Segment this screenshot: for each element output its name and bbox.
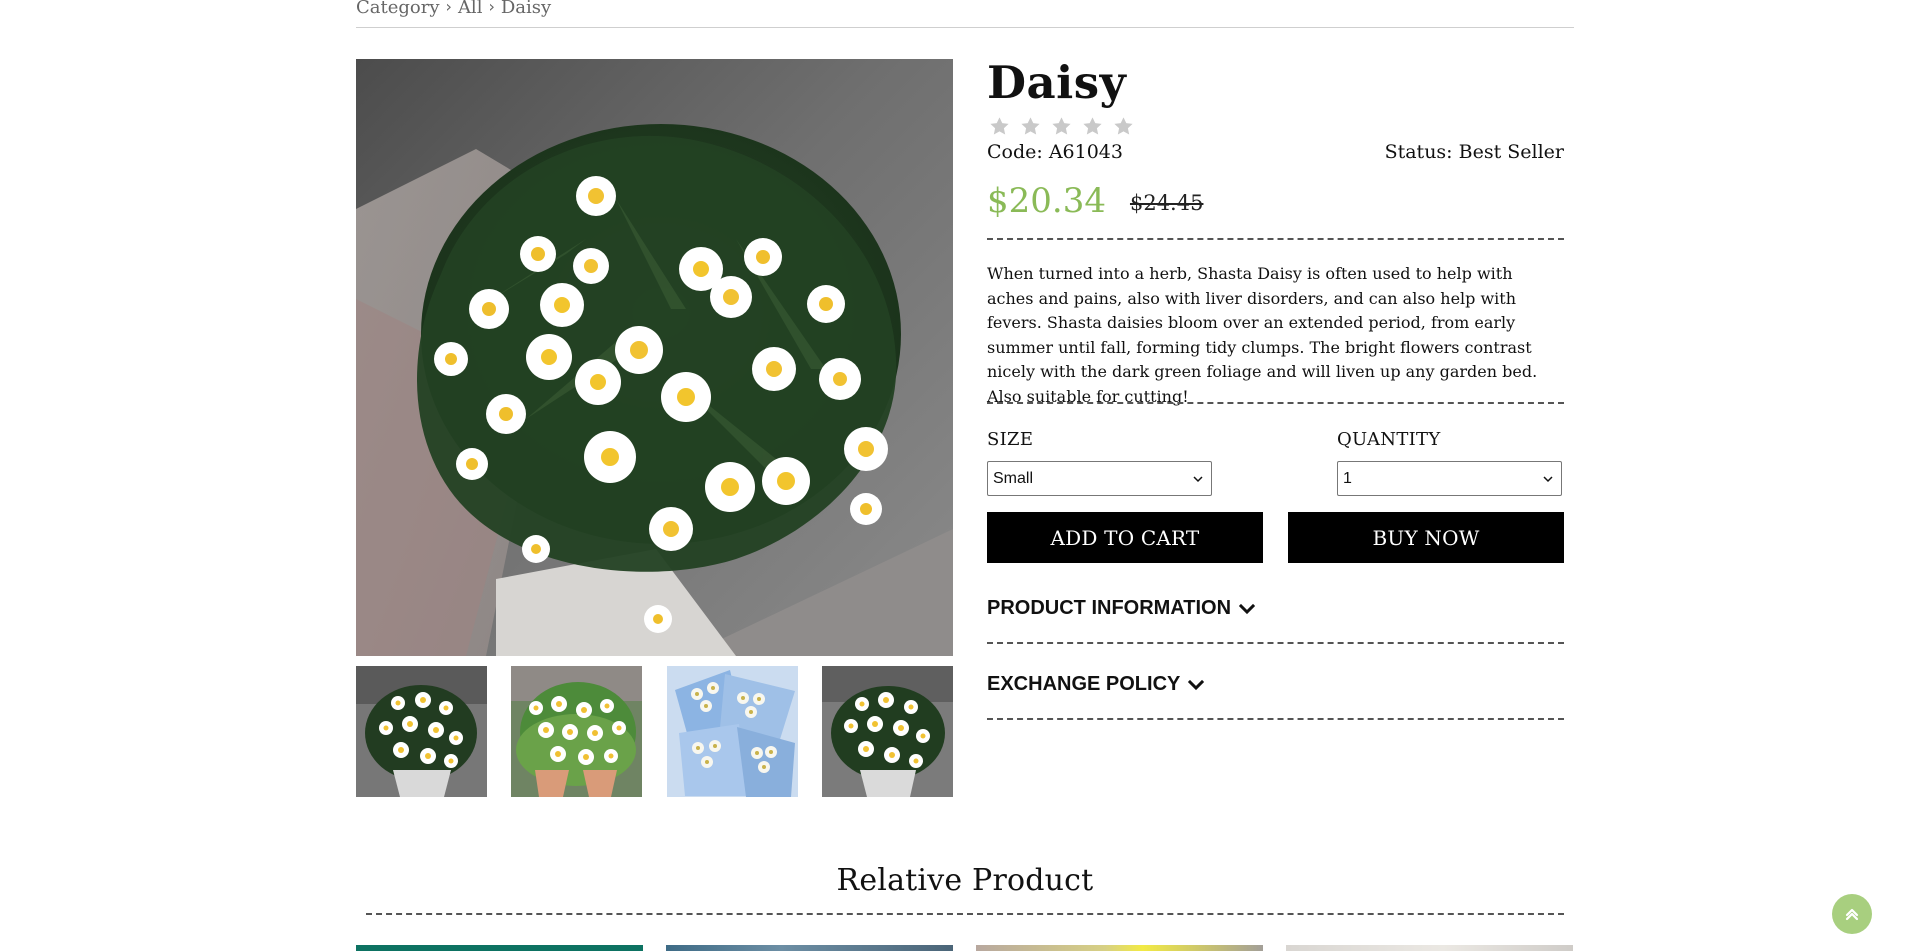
quantity-label: QUANTITY [1337, 429, 1441, 450]
product-main-image[interactable] [356, 59, 953, 656]
back-to-top-button[interactable] [1832, 894, 1872, 934]
thumbnail-gallery [356, 666, 953, 797]
product-information-toggle[interactable]: PRODUCT INFORMATION [987, 597, 1256, 620]
breadcrumb-current: Daisy [500, 0, 552, 18]
star-icon[interactable] [1050, 115, 1073, 138]
size-label: SIZE [987, 429, 1034, 450]
breadcrumb-all[interactable]: All [458, 0, 483, 18]
related-products-divider [366, 913, 1564, 915]
daisy-thumbnail-2-image [511, 666, 643, 797]
related-product-image-3[interactable] [976, 945, 1263, 951]
related-product-image-4[interactable] [1286, 945, 1573, 951]
exchange-policy-toggle[interactable]: EXCHANGE POLICY [987, 673, 1205, 696]
add-to-cart-button[interactable]: ADD TO CART [987, 512, 1263, 563]
size-select[interactable]: Small [987, 461, 1212, 496]
divider-description [987, 402, 1564, 404]
daisy-thumbnail-3-image [666, 666, 798, 797]
daisy-thumbnail-1-image [356, 666, 487, 797]
related-product-image-1[interactable] [356, 945, 643, 951]
chevron-down-icon [1239, 603, 1256, 614]
product-prices: $20.34 $24.45 [987, 177, 1564, 225]
thumbnail-2[interactable] [511, 666, 643, 797]
buy-now-button[interactable]: BUY NOW [1288, 512, 1564, 563]
star-icon[interactable] [1019, 115, 1042, 138]
quantity-select[interactable]: 1 [1337, 461, 1562, 496]
related-products-title: Relative Product [836, 863, 1094, 898]
divider-top [987, 238, 1564, 240]
quantity-selected-value: 1 [1343, 469, 1352, 487]
product-page: Category › All › Daisy Daisy Code: A6104… [0, 0, 1905, 951]
size-selected-value: Small [993, 469, 1034, 487]
product-rating[interactable] [988, 115, 1135, 138]
related-product-image-2[interactable] [666, 945, 953, 951]
chevron-down-icon [1543, 475, 1553, 482]
product-information-label: PRODUCT INFORMATION [987, 597, 1232, 619]
breadcrumb: Category › All › Daisy [356, 0, 1574, 28]
daisy-thumbnail-4-image [821, 666, 953, 797]
chevron-down-icon [1193, 475, 1203, 482]
chevron-right-icon: › [445, 0, 452, 16]
chevron-down-icon [1188, 679, 1205, 690]
thumbnail-1[interactable] [356, 666, 487, 797]
original-price: $24.45 [1129, 191, 1204, 215]
daisy-photo [356, 59, 953, 656]
exchange-policy-label: EXCHANGE POLICY [987, 673, 1181, 695]
star-icon[interactable] [1112, 115, 1135, 138]
product-meta: Code: A61043 Status: Best Seller [987, 140, 1564, 164]
product-description: When turned into a herb, Shasta Daisy is… [987, 264, 1538, 406]
thumbnail-3[interactable] [666, 666, 798, 797]
divider-exchange-policy [987, 718, 1564, 720]
product-title: Daisy [987, 56, 1127, 109]
current-price: $20.34 [987, 181, 1106, 221]
thumbnail-4[interactable] [821, 666, 953, 797]
chevron-right-icon: › [488, 0, 495, 16]
double-chevron-up-icon [1845, 908, 1859, 921]
product-code: Code: A61043 [987, 141, 1123, 163]
star-icon[interactable] [988, 115, 1011, 138]
product-status: Status: Best Seller [1384, 141, 1564, 163]
divider-product-information [987, 642, 1564, 644]
star-icon[interactable] [1081, 115, 1104, 138]
breadcrumb-category[interactable]: Category [356, 0, 440, 18]
